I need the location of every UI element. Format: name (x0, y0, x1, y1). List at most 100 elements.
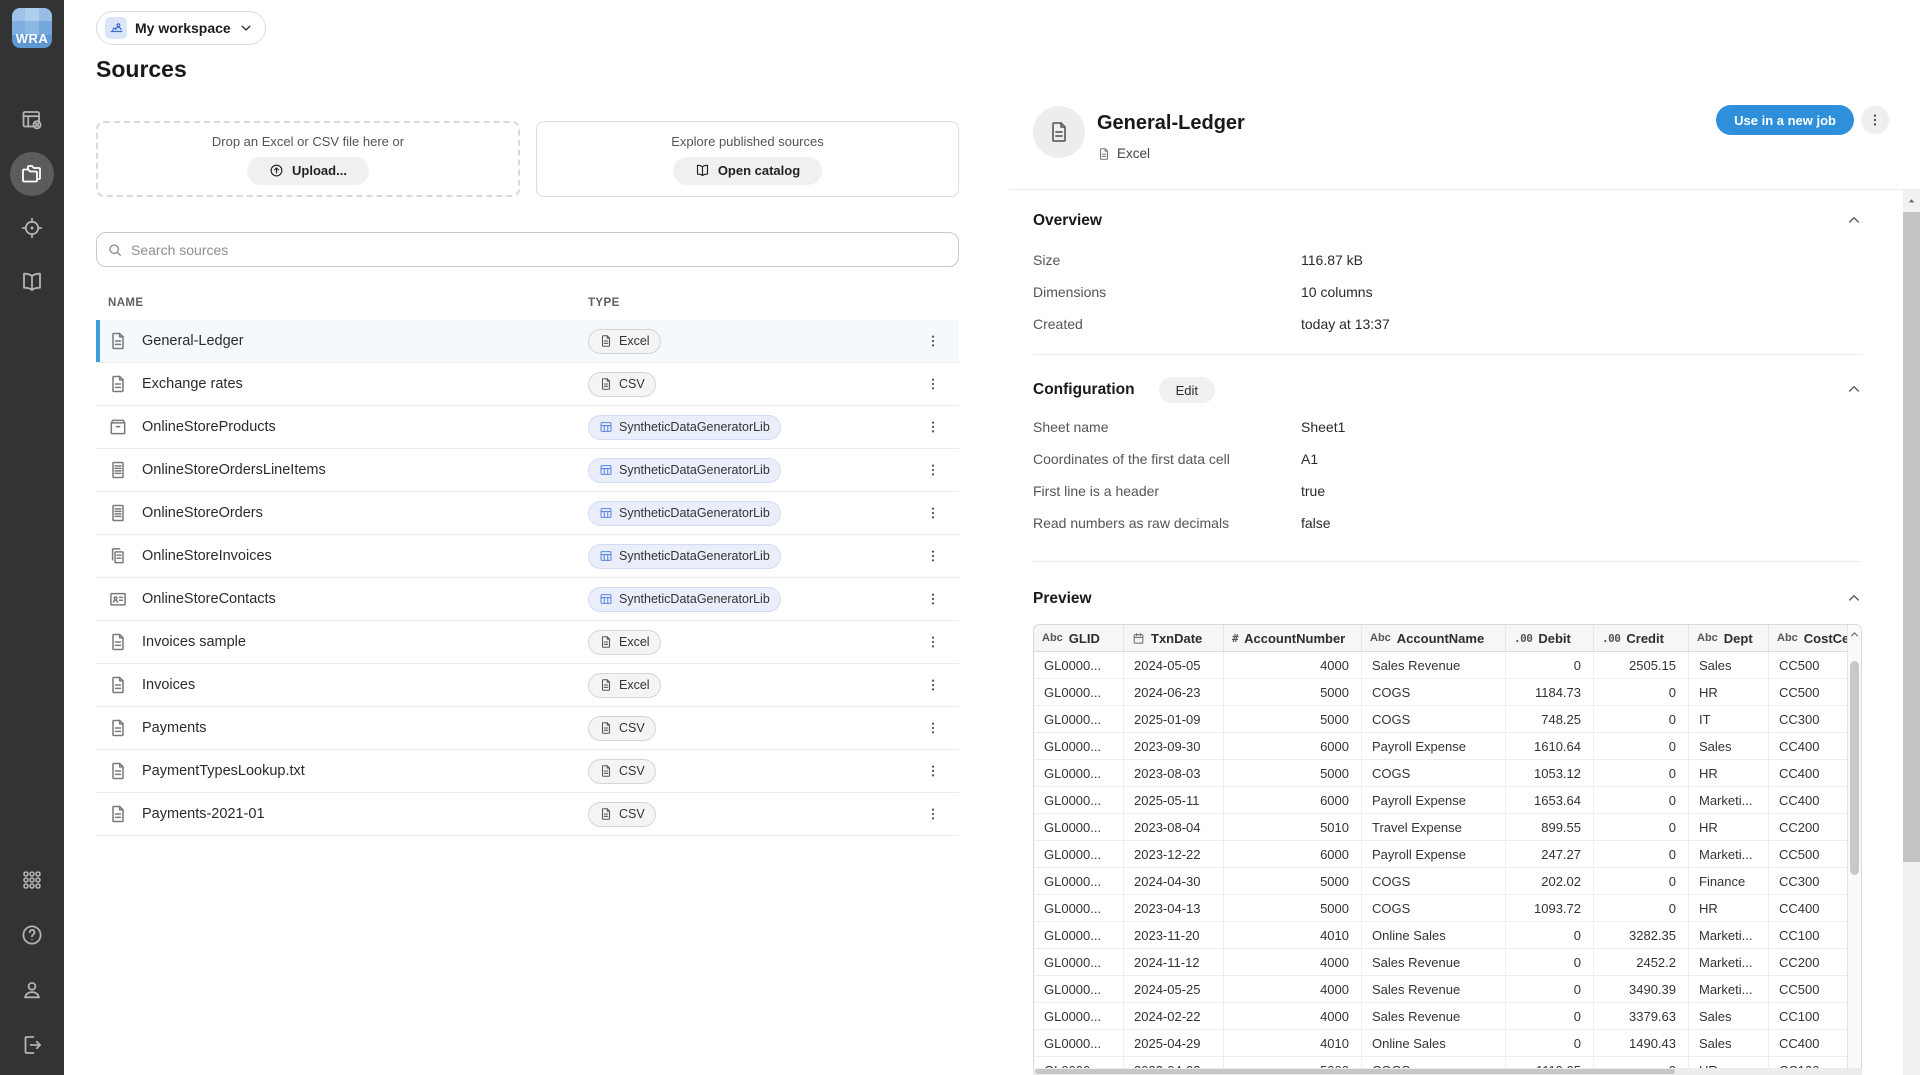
detail-menu-button[interactable] (1861, 106, 1889, 134)
dropzone-hint: Drop an Excel or CSV file here or (212, 134, 404, 149)
preview-cell: CC400 (1769, 895, 1849, 921)
source-row[interactable]: PaymentsCSV (96, 707, 959, 750)
preview-cell: 2023-09-30 (1124, 733, 1224, 759)
preview-cell: Sales Revenue (1362, 976, 1506, 1002)
row-menu-button[interactable] (921, 501, 945, 525)
source-name: OnlineStoreContacts (142, 591, 276, 607)
source-name: OnlineStoreInvoices (142, 548, 272, 564)
preview-cell: Finance (1689, 868, 1769, 894)
row-menu-button[interactable] (921, 802, 945, 826)
source-row[interactable]: Payments-2021-01CSV (96, 793, 959, 836)
preview-cell: 748.25 (1506, 706, 1594, 732)
preview-table-body: GL0000...2024-05-054000Sales Revenue0250… (1034, 652, 1861, 1075)
row-menu-button[interactable] (921, 329, 945, 353)
upload-button[interactable]: Upload... (247, 157, 369, 185)
source-row[interactable]: OnlineStoreContactsSyntheticDataGenerato… (96, 578, 959, 621)
preview-cell: 5000 (1224, 679, 1362, 705)
upload-dropzone[interactable]: Drop an Excel or CSV file here or Upload… (96, 121, 520, 197)
preview-cell: 2023-11-20 (1124, 922, 1224, 948)
preview-cell: Online Sales (1362, 1030, 1506, 1056)
collapse-preview-icon[interactable] (1846, 590, 1862, 606)
preview-cell: Sales Revenue (1362, 652, 1506, 678)
source-name: OnlineStoreOrders (142, 505, 263, 521)
catalog-book-icon[interactable] (20, 270, 44, 294)
source-row[interactable]: PaymentTypesLookup.txtCSV (96, 750, 959, 793)
file-icon (108, 675, 128, 695)
preview-horizontal-scrollbar[interactable] (1033, 1068, 1862, 1075)
row-menu-button[interactable] (921, 716, 945, 740)
preview-table: AbcGLIDTxnDate#AccountNumberAbcAccountNa… (1033, 624, 1862, 1075)
column-label: GLID (1069, 631, 1100, 646)
row-menu-button[interactable] (921, 673, 945, 697)
apps-grid-icon[interactable] (20, 868, 44, 892)
open-catalog-button[interactable]: Open catalog (673, 157, 822, 185)
table-x-icon[interactable] (20, 108, 44, 132)
edit-configuration-button[interactable]: Edit (1159, 377, 1215, 403)
search-box (96, 232, 959, 267)
source-name: Invoices (142, 677, 195, 693)
preview-cell: Travel Expense (1362, 814, 1506, 840)
row-menu-button[interactable] (921, 372, 945, 396)
source-row[interactable]: InvoicesExcel (96, 664, 959, 707)
source-row[interactable]: General-LedgerExcel (96, 320, 959, 363)
preview-cell: GL0000... (1034, 922, 1124, 948)
scrollbar-thumb[interactable] (1903, 212, 1920, 862)
preview-cell: 4000 (1224, 976, 1362, 1002)
configuration-section: Configuration Edit Sheet nameSheet1Coord… (1033, 355, 1862, 562)
app-logo[interactable]: WRA (12, 8, 52, 48)
type-badge: CSV (588, 372, 656, 397)
page-title: Sources (96, 56, 187, 83)
sidebar-item-sources[interactable] (10, 152, 54, 196)
type-badge: SyntheticDataGeneratorLib (588, 458, 781, 483)
preview-cell: 6000 (1224, 841, 1362, 867)
preview-table-row: GL0000...2023-12-226000Payroll Expense24… (1034, 841, 1861, 868)
row-menu-button[interactable] (921, 458, 945, 482)
detail-header: General-Ledger Excel Use in a new job (993, 0, 1920, 190)
scroll-up-icon[interactable] (1848, 629, 1861, 640)
row-menu-button[interactable] (921, 587, 945, 611)
preview-cell: 6000 (1224, 787, 1362, 813)
search-input[interactable] (131, 242, 948, 258)
scrollbar-thumb[interactable] (1850, 661, 1859, 875)
scrollbar-thumb[interactable] (1035, 1069, 1675, 1074)
preview-cell: 0 (1506, 652, 1594, 678)
preview-cell: Online Sales (1362, 922, 1506, 948)
use-in-new-job-button[interactable]: Use in a new job (1716, 105, 1854, 135)
collapse-overview-icon[interactable] (1846, 212, 1862, 228)
row-menu-button[interactable] (921, 759, 945, 783)
row-menu-button[interactable] (921, 630, 945, 654)
page-scrollbar[interactable] (1903, 190, 1920, 1075)
preview-cell: 4000 (1224, 949, 1362, 975)
preview-table-row: GL0000...2024-05-054000Sales Revenue0250… (1034, 652, 1861, 679)
type-badge: Excel (588, 630, 661, 655)
preview-cell: IT (1689, 706, 1769, 732)
type-badge: SyntheticDataGeneratorLib (588, 415, 781, 440)
workspace-selector[interactable]: My workspace (96, 11, 266, 45)
source-row[interactable]: OnlineStoreInvoicesSyntheticDataGenerato… (96, 535, 959, 578)
source-row[interactable]: Invoices sampleExcel (96, 621, 959, 664)
source-row[interactable]: OnlineStoreOrdersSyntheticDataGeneratorL… (96, 492, 959, 535)
target-icon[interactable] (20, 216, 44, 240)
preview-table-row: GL0000...2025-05-116000Payroll Expense16… (1034, 787, 1861, 814)
synthetic-table-icon (599, 549, 613, 563)
preview-table-scrollbar[interactable] (1847, 625, 1861, 1075)
row-menu-button[interactable] (921, 544, 945, 568)
row-menu-button[interactable] (921, 415, 945, 439)
logout-icon[interactable] (20, 1033, 44, 1057)
scroll-up-icon[interactable] (1903, 196, 1920, 207)
source-row[interactable]: OnlineStoreOrdersLineItemsSyntheticDataG… (96, 449, 959, 492)
help-icon[interactable] (20, 923, 44, 947)
preview-cell: Sales (1689, 733, 1769, 759)
preview-table-header: AbcGLIDTxnDate#AccountNumberAbcAccountNa… (1034, 625, 1861, 652)
user-icon[interactable] (20, 978, 44, 1002)
preview-cell: Payroll Expense (1362, 841, 1506, 867)
synthetic-table-icon (599, 463, 613, 477)
preview-cell: Marketi... (1689, 787, 1769, 813)
preview-cell: GL0000... (1034, 895, 1124, 921)
source-row[interactable]: OnlineStoreProductsSyntheticDataGenerato… (96, 406, 959, 449)
preview-column-header: #AccountNumber (1224, 625, 1362, 651)
collapse-configuration-icon[interactable] (1846, 381, 1862, 397)
source-row[interactable]: Exchange ratesCSV (96, 363, 959, 406)
preview-cell: Sales (1689, 1003, 1769, 1029)
preview-cell: 4000 (1224, 652, 1362, 678)
